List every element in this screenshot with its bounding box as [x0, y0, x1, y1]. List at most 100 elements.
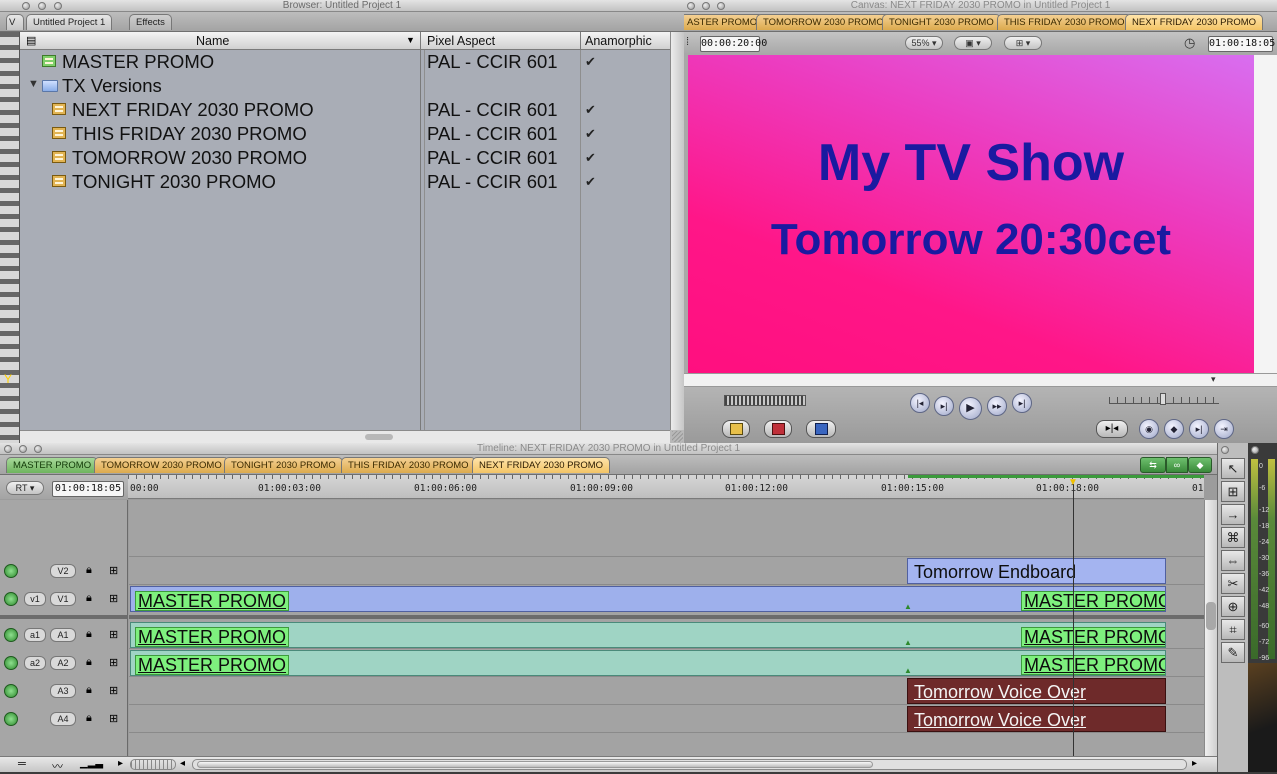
- voiceover-a4-clip[interactable]: Tomorrow Voice Over: [907, 706, 1166, 732]
- edit-selection-tool-icon[interactable]: ⊞: [1221, 481, 1245, 502]
- play-in-out-button[interactable]: ▸|: [934, 396, 954, 416]
- close-icon[interactable]: [687, 2, 695, 10]
- rt-popup[interactable]: RT ▾: [6, 481, 44, 495]
- auto-select-icon[interactable]: ⊞: [109, 712, 118, 725]
- lock-icon[interactable]: 🔒︎: [86, 656, 92, 669]
- auto-select-icon[interactable]: ⊞: [109, 592, 118, 605]
- list-item[interactable]: ▼ TX Versions: [22, 74, 670, 98]
- current-timecode[interactable]: 01:00:18:05: [1208, 36, 1275, 52]
- jog-control[interactable]: [1109, 393, 1219, 405]
- auto-select-icon[interactable]: ⊞: [109, 656, 118, 669]
- canvas-scrubber[interactable]: ▾: [684, 373, 1277, 387]
- minimize-icon[interactable]: [19, 445, 27, 453]
- source-control-a1[interactable]: a1: [24, 628, 46, 642]
- razor-tool-icon[interactable]: ✂: [1221, 573, 1245, 594]
- canvas-preview[interactable]: My TV Show Tomorrow 20:30cet: [688, 55, 1254, 373]
- play-button[interactable]: ▶: [959, 397, 982, 420]
- source-control-a2[interactable]: a2: [24, 656, 46, 670]
- track-audible-icon[interactable]: [4, 628, 18, 642]
- selection-tool-icon[interactable]: ↖: [1221, 458, 1245, 479]
- mark-in-button[interactable]: ▸|◂: [1096, 420, 1128, 438]
- pen-tool-icon[interactable]: ✎: [1221, 642, 1245, 663]
- master-promo-video-clip[interactable]: MASTER PROMO MASTER PROMO ▲: [130, 586, 1166, 612]
- sort-chevron-icon[interactable]: ▼: [406, 35, 415, 45]
- zoom-tool-icon[interactable]: ⊕: [1221, 596, 1245, 617]
- tab-tonight-promo[interactable]: TONIGHT 2030 PROMO: [882, 14, 1001, 30]
- list-item[interactable]: TOMORROW 2030 PROMO PAL - CCIR 601 ✔: [22, 146, 670, 170]
- export-button[interactable]: ⇥: [1214, 419, 1234, 439]
- view-popup[interactable]: ▣ ▾: [954, 36, 992, 50]
- list-item[interactable]: MASTER PROMO PAL - CCIR 601 ✔: [22, 50, 670, 74]
- match-frame-button[interactable]: [806, 420, 836, 438]
- close-icon[interactable]: [1251, 446, 1259, 454]
- scroll-left-icon[interactable]: ◂: [180, 758, 185, 769]
- list-item[interactable]: NEXT FRIDAY 2030 PROMO PAL - CCIR 601 ✔: [22, 98, 670, 122]
- track-audible-icon[interactable]: [4, 656, 18, 670]
- master-promo-audio-a1-clip[interactable]: MASTER PROMO MASTER PROMO ▲: [130, 622, 1166, 648]
- browser-horizontal-scrollbar[interactable]: [20, 430, 670, 443]
- track-target-v2[interactable]: V2: [50, 564, 76, 578]
- track-target-a3[interactable]: A3: [50, 684, 76, 698]
- track-height-icon[interactable]: ═: [18, 758, 26, 770]
- scroll-left-icon[interactable]: ▸: [118, 758, 123, 769]
- list-item[interactable]: THIS FRIDAY 2030 PROMO PAL - CCIR 601 ✔: [22, 122, 670, 146]
- track-visibility-icon[interactable]: [4, 592, 18, 606]
- zoom-slider[interactable]: [130, 759, 176, 770]
- tab-this-friday-promo[interactable]: THIS FRIDAY 2030 PROMO: [341, 457, 476, 473]
- tab-tomorrow-promo[interactable]: TOMORROW 2030 PROMO: [94, 457, 229, 473]
- close-icon[interactable]: [4, 445, 12, 453]
- next-edit-button[interactable]: ▸|: [1012, 393, 1032, 413]
- timeline-vertical-scrollbar[interactable]: [1204, 500, 1217, 762]
- auto-select-icon[interactable]: ⊞: [109, 628, 118, 641]
- crop-tool-icon[interactable]: ⌗: [1221, 619, 1245, 640]
- voiceover-a3-clip[interactable]: Tomorrow Voice Over: [907, 678, 1166, 704]
- overlay-popup[interactable]: ⊞ ▾: [1004, 36, 1042, 50]
- column-name[interactable]: Name: [196, 34, 229, 48]
- playhead-line[interactable]: [1073, 487, 1074, 762]
- zoom-icon[interactable]: [717, 2, 725, 10]
- linking-button[interactable]: ∞: [1166, 457, 1188, 473]
- tab-next-friday-promo[interactable]: NEXT FRIDAY 2030 PROMO: [472, 457, 611, 473]
- source-control-v1[interactable]: v1: [24, 592, 46, 606]
- auto-select-icon[interactable]: ⊞: [109, 684, 118, 697]
- list-item[interactable]: TONIGHT 2030 PROMO PAL - CCIR 601 ✔: [22, 170, 670, 194]
- track-audible-icon[interactable]: [4, 684, 18, 698]
- tab-master-promo[interactable]: MASTER PROMO: [6, 457, 99, 473]
- zoom-popup[interactable]: 55% ▾: [905, 36, 943, 50]
- close-icon[interactable]: [22, 2, 30, 10]
- track-target-v1[interactable]: V1: [50, 592, 76, 606]
- marker-button[interactable]: ◆: [1164, 419, 1184, 439]
- duration-timecode[interactable]: 00:00:20:00: [700, 36, 767, 52]
- shuttle-control[interactable]: [724, 395, 806, 406]
- scroll-right-icon[interactable]: ▸: [1192, 758, 1197, 769]
- timeline-current-timecode[interactable]: 01:00:18:05: [52, 481, 124, 497]
- mark-clip-button[interactable]: [722, 420, 750, 438]
- roll-tool-icon[interactable]: ⌘: [1221, 527, 1245, 548]
- column-menu-icon[interactable]: ▤: [26, 34, 36, 47]
- go-to-out-button[interactable]: ▸|: [1189, 419, 1209, 439]
- lock-icon[interactable]: 🔒︎: [86, 712, 92, 725]
- browser-vertical-scrollbar[interactable]: [670, 32, 684, 430]
- minimize-icon[interactable]: [702, 2, 710, 10]
- tab-master-promo[interactable]: ASTER PROMO: [684, 14, 765, 30]
- playhead-icon[interactable]: ▾: [1211, 374, 1216, 385]
- track-size-icon[interactable]: ▁▂▃: [80, 758, 103, 769]
- timeline-ruler[interactable]: 00:00 01:00:03:00 01:00:06:00 01:00:09:0…: [128, 475, 1204, 499]
- play-around-button[interactable]: ▸▸: [987, 396, 1007, 416]
- auto-select-icon[interactable]: ⊞: [109, 564, 118, 577]
- master-promo-audio-a2-clip[interactable]: MASTER PROMO MASTER PROMO ▲: [130, 650, 1166, 676]
- track-target-a2[interactable]: A2: [50, 656, 76, 670]
- lock-icon[interactable]: 🔒︎: [86, 564, 92, 577]
- previous-edit-button[interactable]: |◂: [910, 393, 930, 413]
- disclosure-triangle-icon[interactable]: ▼: [28, 78, 39, 90]
- track-visibility-icon[interactable]: [4, 564, 18, 578]
- track-target-a4[interactable]: A4: [50, 712, 76, 726]
- slip-tool-icon[interactable]: ⇔: [1221, 550, 1245, 571]
- column-pixel-aspect[interactable]: Pixel Aspect: [427, 34, 495, 48]
- add-marker-button[interactable]: [764, 420, 792, 438]
- minimize-icon[interactable]: [38, 2, 46, 10]
- timeline-horizontal-scrollbar[interactable]: [192, 759, 1187, 770]
- lock-icon[interactable]: 🔒︎: [86, 592, 92, 605]
- tab-effects[interactable]: Effects: [129, 14, 172, 30]
- column-anamorphic[interactable]: Anamorphic: [585, 34, 652, 48]
